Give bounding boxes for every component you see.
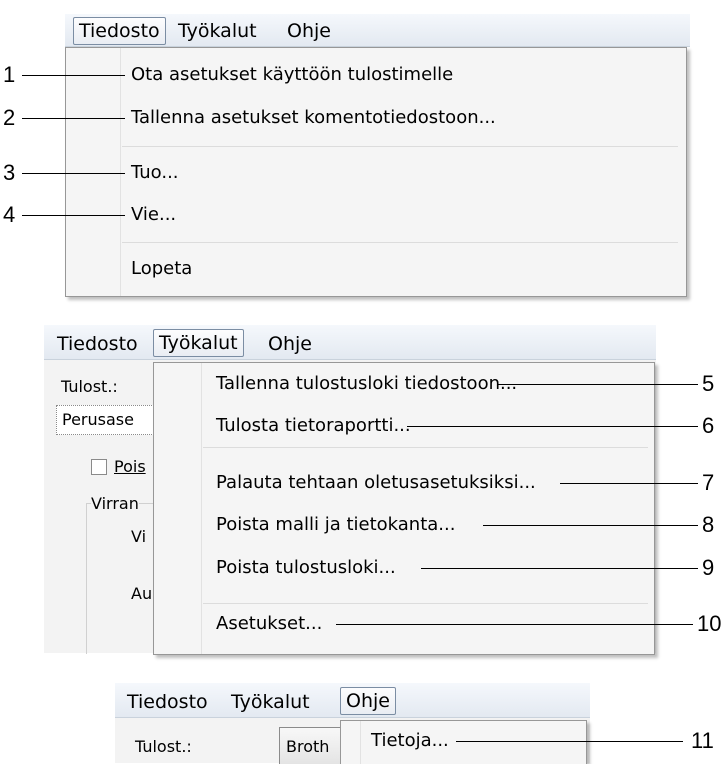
menu-tools[interactable]: Työkalut bbox=[173, 18, 262, 44]
checkbox[interactable] bbox=[91, 459, 107, 475]
callout-line bbox=[483, 525, 698, 526]
callout-number: 2 bbox=[3, 105, 16, 130]
callout-number: 1 bbox=[3, 62, 16, 87]
callout-number: 9 bbox=[702, 555, 715, 580]
menu-item-exit[interactable]: Lopeta bbox=[131, 257, 192, 281]
callout-line bbox=[560, 483, 698, 484]
menu-icon-gutter bbox=[341, 721, 361, 764]
menu-help[interactable]: Ohje bbox=[282, 18, 336, 44]
callout-number: 3 bbox=[3, 160, 16, 185]
menu-item-settings[interactable]: Asetukset... bbox=[216, 612, 322, 636]
callout-number: 4 bbox=[3, 202, 16, 227]
callout-line bbox=[22, 173, 125, 174]
menu-help[interactable]: Ohje bbox=[263, 331, 317, 357]
menu-item-apply-settings[interactable]: Ota asetukset käyttöön tulostimelle bbox=[131, 63, 453, 87]
printer-dropdown-value: Broth bbox=[286, 737, 330, 756]
callout-number: 8 bbox=[702, 512, 715, 537]
menu-separator bbox=[203, 447, 648, 448]
menu-file[interactable]: Tiedosto bbox=[52, 331, 143, 357]
callout-line bbox=[407, 426, 698, 427]
menu-tools[interactable]: Työkalut bbox=[153, 329, 244, 357]
callout-line bbox=[336, 624, 693, 625]
tab-label: Perusase bbox=[62, 410, 134, 429]
menu-item-save-settings-command-file[interactable]: Tallenna asetukset komentotiedostoon... bbox=[131, 106, 496, 130]
field-label: Vi bbox=[131, 527, 147, 546]
checkbox-label: Pois bbox=[114, 457, 146, 476]
menu-item-factory-reset[interactable]: Palauta tehtaan oletusasetuksiksi... bbox=[216, 471, 536, 495]
callout-number: 10 bbox=[697, 611, 722, 636]
group-label: Virran bbox=[91, 494, 139, 513]
menu-icon-gutter bbox=[154, 363, 202, 654]
field-label: Au bbox=[131, 584, 153, 603]
menu-file[interactable]: Tiedosto bbox=[122, 689, 213, 715]
printer-label: Tulost.: bbox=[135, 737, 192, 756]
callout-line bbox=[498, 384, 698, 385]
callout-line bbox=[22, 215, 125, 216]
menu-separator bbox=[203, 603, 648, 604]
menu-tools[interactable]: Työkalut bbox=[226, 689, 315, 715]
callout-line bbox=[421, 568, 698, 569]
callout-number: 7 bbox=[702, 470, 715, 495]
callout-number: 6 bbox=[702, 413, 715, 438]
menu-help[interactable]: Ohje bbox=[340, 687, 396, 715]
menu-item-delete-template-database[interactable]: Poista malli ja tietokanta... bbox=[216, 513, 455, 537]
menu-item-save-print-log[interactable]: Tallenna tulostusloki tiedostoon... bbox=[216, 372, 517, 396]
callout-line bbox=[22, 75, 125, 76]
callout-number: 11 bbox=[691, 728, 714, 753]
callout-line bbox=[22, 118, 125, 119]
menu-file[interactable]: Tiedosto bbox=[73, 17, 166, 45]
printer-label: Tulost.: bbox=[61, 377, 118, 396]
menu-separator bbox=[122, 146, 678, 147]
callout-number: 5 bbox=[702, 371, 715, 396]
menu-separator bbox=[122, 242, 678, 243]
menu-item-delete-print-log[interactable]: Poista tulostusloki... bbox=[216, 556, 396, 580]
callout-line bbox=[456, 741, 683, 742]
menu-item-about[interactable]: Tietoja... bbox=[371, 729, 449, 753]
menu-icon-gutter bbox=[66, 48, 121, 296]
menu-item-import[interactable]: Tuo... bbox=[131, 161, 179, 185]
menu-item-print-info-report[interactable]: Tulosta tietoraportti... bbox=[216, 414, 411, 438]
menu-item-export[interactable]: Vie... bbox=[131, 203, 176, 227]
